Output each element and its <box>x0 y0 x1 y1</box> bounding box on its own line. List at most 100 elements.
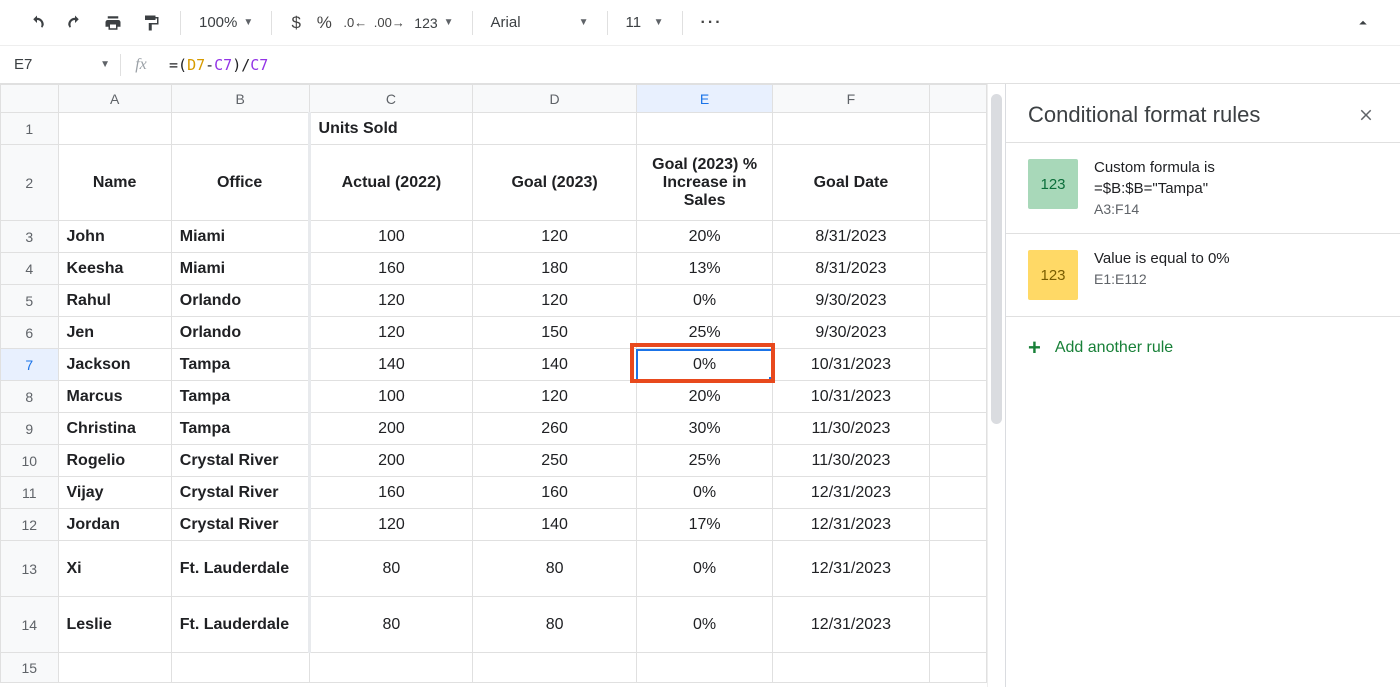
cell-office[interactable]: Miami <box>171 253 309 285</box>
cell-actual[interactable]: 120 <box>309 509 473 541</box>
cell-office[interactable]: Crystal River <box>171 445 309 477</box>
cell[interactable] <box>929 221 986 253</box>
cell[interactable] <box>309 653 473 683</box>
cell-actual[interactable]: 80 <box>309 597 473 653</box>
cell-pct[interactable]: 13% <box>636 253 772 285</box>
row-header-7[interactable]: 7 <box>1 349 59 381</box>
cell-date[interactable]: 9/30/2023 <box>773 285 929 317</box>
cell-office[interactable]: Crystal River <box>171 477 309 509</box>
row-header-13[interactable]: 13 <box>1 541 59 597</box>
cell[interactable] <box>58 113 171 145</box>
row-header-5[interactable]: 5 <box>1 285 59 317</box>
zoom-dropdown[interactable]: 100%▼ <box>193 14 259 31</box>
cell-name[interactable]: John <box>58 221 171 253</box>
name-box[interactable]: E7 ▼ <box>0 56 120 73</box>
paint-format-button[interactable] <box>134 6 168 40</box>
cell-pct[interactable]: 0% <box>636 285 772 317</box>
cell-date[interactable]: 12/31/2023 <box>773 597 929 653</box>
row-header-8[interactable]: 8 <box>1 381 59 413</box>
row-header-3[interactable]: 3 <box>1 221 59 253</box>
cell[interactable] <box>773 653 929 683</box>
cell-actual[interactable]: 100 <box>309 381 473 413</box>
row-header-6[interactable]: 6 <box>1 317 59 349</box>
formula-input[interactable]: =(D7-C7)/C7 <box>161 56 1400 74</box>
cell-date[interactable]: 8/31/2023 <box>773 253 929 285</box>
cell-actual[interactable]: 200 <box>309 445 473 477</box>
cell-name[interactable]: Jordan <box>58 509 171 541</box>
cell-header-goal[interactable]: Goal (2023) <box>473 145 637 221</box>
cell-goal[interactable]: 150 <box>473 317 637 349</box>
collapse-button[interactable] <box>1346 6 1380 40</box>
cell-header-name[interactable]: Name <box>58 145 171 221</box>
cell[interactable] <box>171 113 309 145</box>
cell-header-office[interactable]: Office <box>171 145 309 221</box>
cell-office[interactable]: Orlando <box>171 285 309 317</box>
cell-actual[interactable]: 80 <box>309 541 473 597</box>
vertical-scrollbar[interactable] <box>987 84 1005 687</box>
cell-header-actual[interactable]: Actual (2022) <box>309 145 473 221</box>
decrease-decimal-button[interactable]: .0← <box>340 6 370 40</box>
spreadsheet[interactable]: A B C D E F 1 Units Sold <box>0 84 987 687</box>
cell[interactable] <box>929 445 986 477</box>
cell-pct[interactable]: 20% <box>636 381 772 413</box>
cell-name[interactable]: Jen <box>58 317 171 349</box>
cell-date[interactable]: 11/30/2023 <box>773 413 929 445</box>
cell-name[interactable]: Rogelio <box>58 445 171 477</box>
cell-units-sold[interactable]: Units Sold <box>309 113 473 145</box>
cell[interactable] <box>929 541 986 597</box>
cell-name[interactable]: Vijay <box>58 477 171 509</box>
cell-goal[interactable]: 160 <box>473 477 637 509</box>
column-header-B[interactable]: B <box>171 85 309 113</box>
cell-office[interactable]: Miami <box>171 221 309 253</box>
add-rule-button[interactable]: + Add another rule <box>1006 317 1400 379</box>
cell-actual[interactable]: 120 <box>309 317 473 349</box>
row-header-9[interactable]: 9 <box>1 413 59 445</box>
row-header-1[interactable]: 1 <box>1 113 59 145</box>
cell[interactable] <box>929 285 986 317</box>
cell-name[interactable]: Rahul <box>58 285 171 317</box>
column-header-A[interactable]: A <box>58 85 171 113</box>
cell-office[interactable]: Tampa <box>171 413 309 445</box>
cell[interactable] <box>929 413 986 445</box>
row-header-11[interactable]: 11 <box>1 477 59 509</box>
cell[interactable] <box>929 477 986 509</box>
cell[interactable] <box>58 653 171 683</box>
cell[interactable] <box>929 653 986 683</box>
column-header-D[interactable]: D <box>473 85 637 113</box>
cell-date[interactable]: 9/30/2023 <box>773 317 929 349</box>
cell[interactable] <box>929 597 986 653</box>
number-format-dropdown[interactable]: 123▼ <box>408 15 459 31</box>
cell-office[interactable]: Tampa <box>171 349 309 381</box>
row-header-2[interactable]: 2 <box>1 145 59 221</box>
cell-goal[interactable]: 140 <box>473 509 637 541</box>
cell-pct[interactable]: 0% <box>636 477 772 509</box>
row-header-15[interactable]: 15 <box>1 653 59 683</box>
increase-decimal-button[interactable]: .00→ <box>374 6 404 40</box>
cell-goal[interactable]: 120 <box>473 221 637 253</box>
cell-pct[interactable]: 0% <box>636 541 772 597</box>
cell-goal[interactable]: 260 <box>473 413 637 445</box>
cell-actual[interactable]: 140 <box>309 349 473 381</box>
cell-actual[interactable]: 100 <box>309 221 473 253</box>
row-header-10[interactable]: 10 <box>1 445 59 477</box>
scrollbar-thumb[interactable] <box>991 94 1002 424</box>
cell[interactable] <box>636 653 772 683</box>
cell[interactable] <box>171 653 309 683</box>
cell-goal[interactable]: 120 <box>473 285 637 317</box>
cell[interactable] <box>929 317 986 349</box>
column-header-C[interactable]: C <box>309 85 473 113</box>
cell[interactable] <box>929 145 986 221</box>
cell[interactable] <box>473 653 637 683</box>
cell-name[interactable]: Xi <box>58 541 171 597</box>
cell[interactable] <box>929 253 986 285</box>
cell-office[interactable]: Tampa <box>171 381 309 413</box>
cell-header-date[interactable]: Goal Date <box>773 145 929 221</box>
print-button[interactable] <box>96 6 130 40</box>
cell-date[interactable]: 12/31/2023 <box>773 509 929 541</box>
cell-pct[interactable]: 30% <box>636 413 772 445</box>
undo-button[interactable] <box>20 6 54 40</box>
cell[interactable] <box>773 113 929 145</box>
cell[interactable] <box>929 113 986 145</box>
format-rule-1[interactable]: 123 Custom formula is =$B:$B="Tampa" A3:… <box>1006 143 1400 233</box>
cell[interactable] <box>473 113 637 145</box>
